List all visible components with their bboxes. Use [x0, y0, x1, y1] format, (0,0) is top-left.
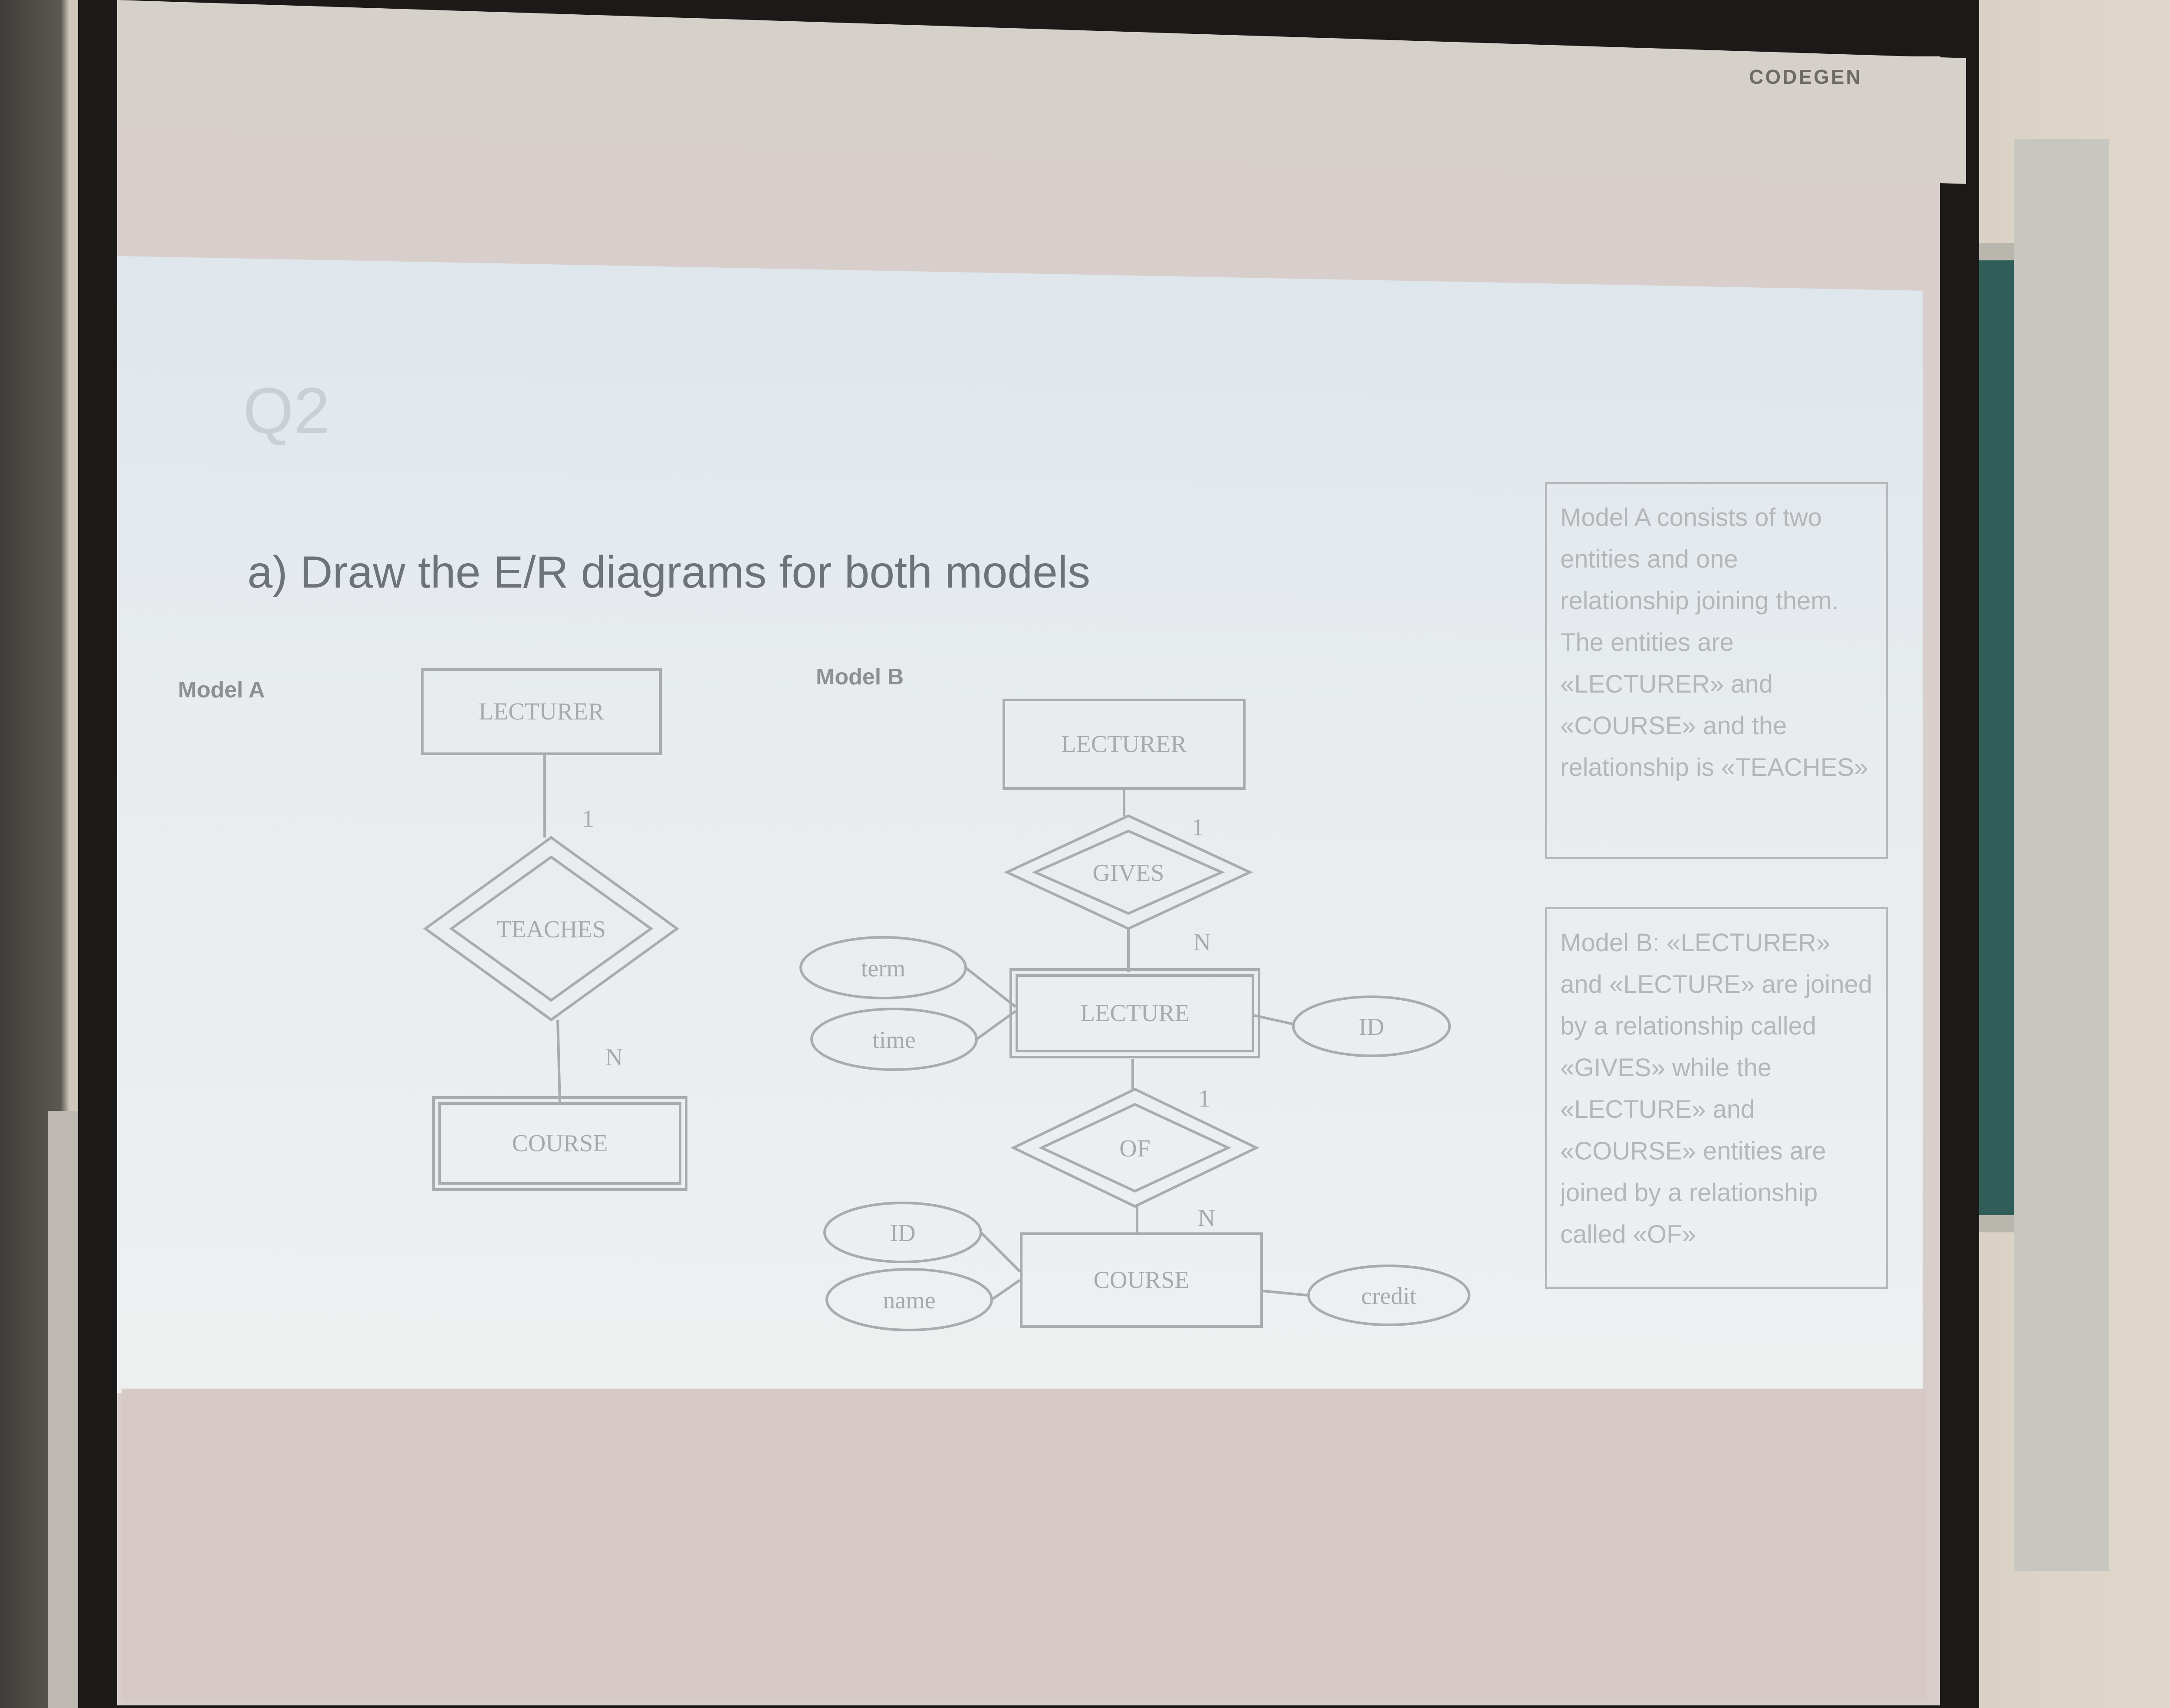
attr-time-text: time — [872, 1027, 916, 1054]
model-a-note-text: Model A consists of two entities and one… — [1560, 503, 1868, 782]
attr-course-id-link — [980, 1231, 1021, 1273]
model-a-connector-bottom — [556, 1019, 561, 1103]
attr-term-link — [965, 966, 1016, 1008]
model-b-card-na: N — [1194, 929, 1211, 956]
model-b-card-1b: 1 — [1198, 1085, 1210, 1112]
attr-name-link — [991, 1279, 1021, 1301]
attr-course-id-text: ID — [890, 1220, 915, 1247]
model-a-note-card: Model A consists of two entities and one… — [1545, 482, 1888, 859]
model-b-card-1a: 1 — [1192, 814, 1204, 841]
attr-credit-text: credit — [1361, 1283, 1417, 1310]
attr-lecture-id-text: ID — [1358, 1014, 1384, 1041]
attr-term-text: term — [861, 955, 906, 982]
attr-credit-link — [1263, 1290, 1309, 1297]
attr-name-text: name — [883, 1287, 935, 1314]
model-b-card-nb: N — [1198, 1205, 1215, 1232]
model-a-teaches-text: TEACHES — [496, 916, 606, 943]
model-b-gives-text: GIVES — [1093, 860, 1164, 887]
attr-lecture-id-link — [1254, 1014, 1294, 1025]
model-b-of-text: OF — [1119, 1135, 1151, 1162]
attr-time-link — [976, 1010, 1016, 1041]
model-b-note-card: Model B: «LECTURER» and «LECTURE» are jo… — [1545, 907, 1888, 1289]
model-a-card-1: 1 — [582, 805, 594, 832]
model-a-card-n: N — [605, 1044, 623, 1071]
model-b-note-text: Model B: «LECTURER» and «LECTURE» are jo… — [1560, 929, 1872, 1248]
